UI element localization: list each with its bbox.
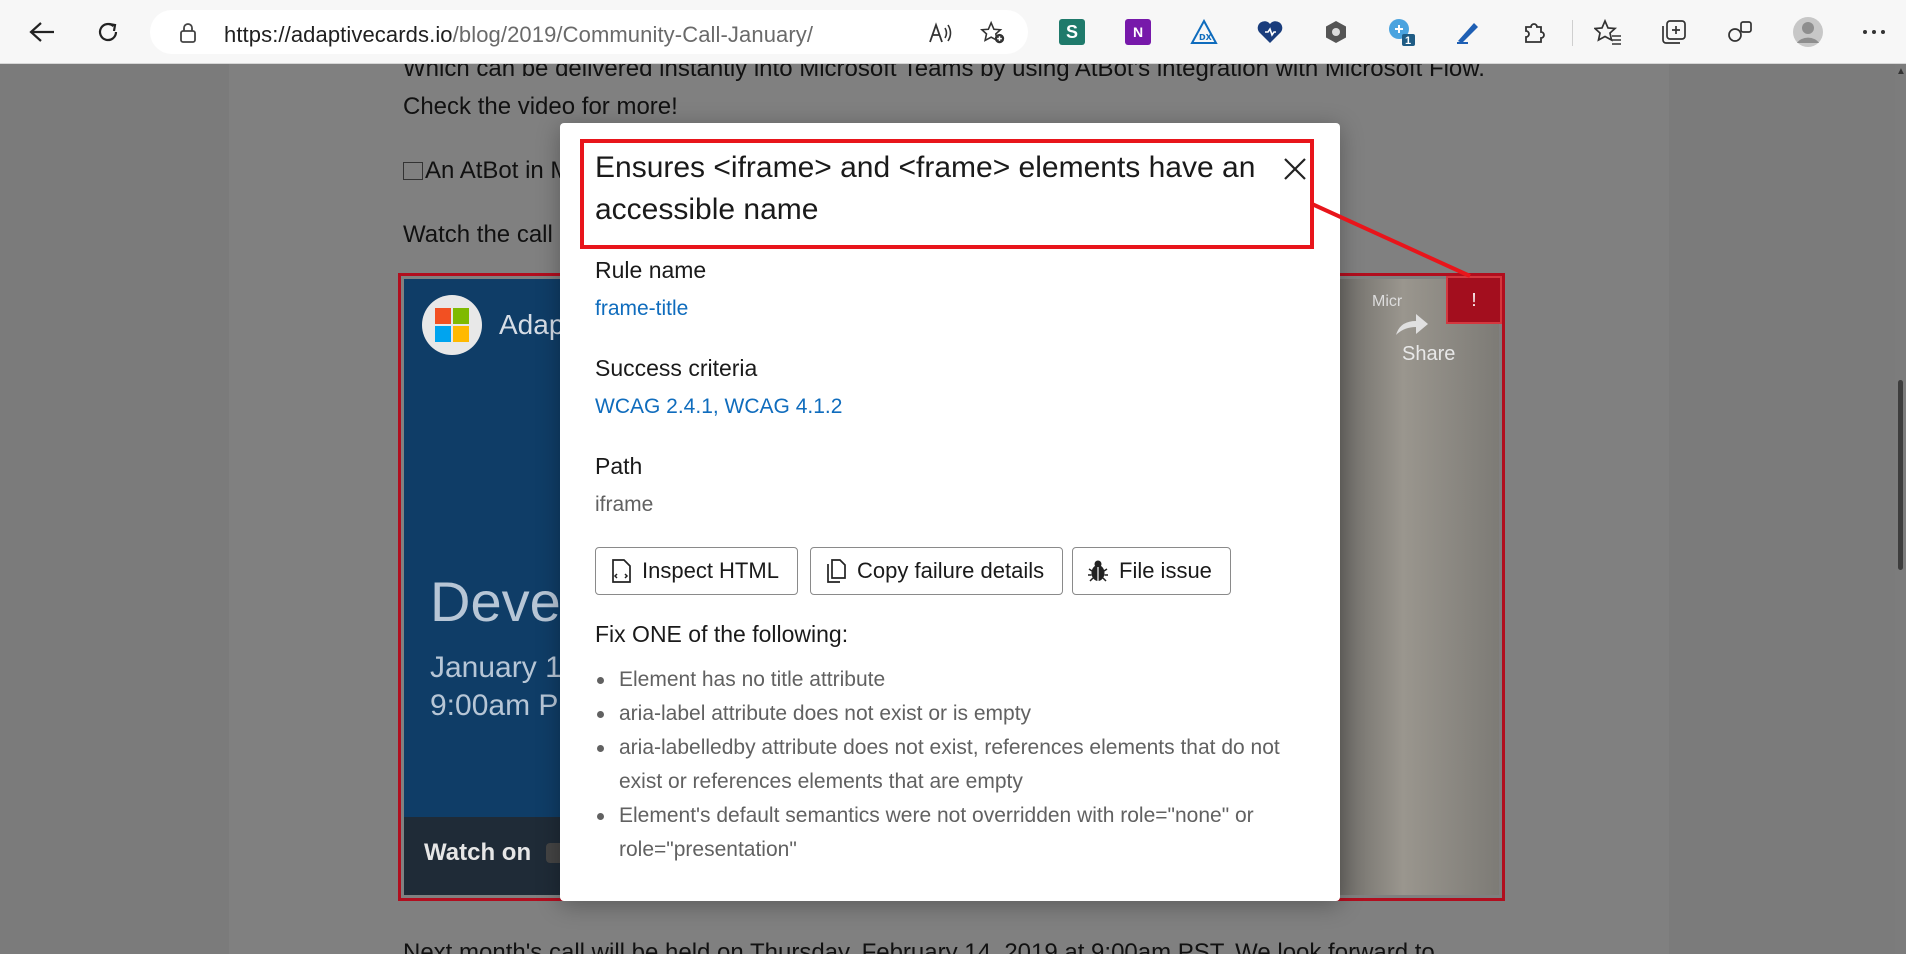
fix-item: Element has no title attribute bbox=[595, 663, 1295, 697]
fix-item: Element's default semantics were not ove… bbox=[595, 799, 1295, 867]
success-criteria-link[interactable]: WCAG 2.4.1, WCAG 4.1.2 bbox=[595, 395, 842, 419]
more-menu-icon[interactable] bbox=[1858, 16, 1890, 48]
toolbar-divider bbox=[1572, 20, 1573, 46]
share-button[interactable]: Share bbox=[1396, 314, 1455, 366]
address-bar[interactable]: https://adaptivecards.io/blog/2019/Commu… bbox=[150, 10, 1028, 54]
fix-item: aria-labelledby attribute does not exist… bbox=[595, 731, 1295, 799]
fix-item: aria-label attribute does not exist or i… bbox=[595, 697, 1295, 731]
favorites-icon[interactable] bbox=[1592, 16, 1624, 48]
path-label: Path bbox=[595, 453, 643, 479]
path-value: iframe bbox=[595, 493, 654, 516]
watch-on-youtube-link[interactable]: Watch on bbox=[424, 839, 570, 867]
read-aloud-icon[interactable] bbox=[928, 20, 954, 46]
copy-failure-details-button[interactable]: Copy failure details bbox=[810, 547, 1064, 595]
file-issue-button[interactable]: File issue bbox=[1072, 547, 1231, 595]
microsoft-logo-icon bbox=[422, 295, 482, 355]
extension-badge: 1 bbox=[1405, 35, 1412, 47]
extension-triangle-icon[interactable]: DX bbox=[1188, 16, 1220, 48]
video-title[interactable]: Adap bbox=[499, 309, 564, 341]
video-slide-heading: Devel bbox=[430, 570, 574, 633]
profile-avatar[interactable] bbox=[1792, 16, 1824, 48]
fix-list: Element has no title attribute aria-labe… bbox=[595, 663, 1295, 867]
video-photo-area bbox=[1339, 279, 1499, 895]
onenote-icon[interactable]: N bbox=[1122, 16, 1154, 48]
copy-icon bbox=[827, 559, 846, 583]
browser-essentials-icon[interactable] bbox=[1724, 16, 1756, 48]
browser-toolbar: https://adaptivecards.io/blog/2019/Commu… bbox=[0, 0, 1906, 64]
video-slide-date: January 1 9:00am P bbox=[430, 651, 562, 722]
pen-extension-icon[interactable] bbox=[1452, 16, 1484, 48]
video-corner-brand: Micr bbox=[1372, 293, 1403, 310]
article-paragraph-line-2: Check the video for more! bbox=[403, 93, 678, 120]
bug-icon bbox=[1088, 560, 1108, 582]
rule-name-link[interactable]: frame-title bbox=[595, 297, 688, 321]
back-arrow-icon[interactable] bbox=[24, 14, 60, 50]
inspect-file-icon bbox=[612, 559, 631, 583]
heart-extension-icon[interactable] bbox=[1254, 16, 1286, 48]
lock-icon[interactable] bbox=[178, 22, 198, 49]
favorite-add-icon[interactable] bbox=[980, 20, 1006, 46]
success-criteria-label: Success criteria bbox=[595, 355, 758, 381]
url-text[interactable]: https://adaptivecards.io/blog/2019/Commu… bbox=[224, 22, 813, 48]
accessibility-insights-icon[interactable]: 1 bbox=[1386, 16, 1418, 48]
article-paragraph-line-1: Which can be delivered instantly into Mi… bbox=[403, 64, 1485, 82]
scroll-up-arrow-icon[interactable]: ▲ bbox=[1896, 66, 1906, 77]
refresh-icon[interactable] bbox=[90, 14, 126, 50]
failure-badge[interactable]: ! bbox=[1446, 276, 1502, 324]
next-call-text: Next month's call will be held on Thursd… bbox=[403, 939, 1435, 954]
rule-name-label: Rule name bbox=[595, 257, 707, 283]
collections-icon[interactable] bbox=[1658, 16, 1690, 48]
fix-instructions-heading: Fix ONE of the following: bbox=[595, 621, 849, 647]
svg-text:DX: DX bbox=[1199, 33, 1213, 42]
hexagon-extension-icon[interactable] bbox=[1320, 16, 1352, 48]
title-highlight-box bbox=[580, 139, 1314, 249]
scrollbar-thumb[interactable] bbox=[1898, 380, 1903, 570]
extension-s-icon[interactable]: S bbox=[1056, 16, 1088, 48]
broken-image-icon bbox=[403, 162, 423, 180]
extensions-puzzle-icon[interactable] bbox=[1518, 16, 1550, 48]
inspect-html-button[interactable]: Inspect HTML bbox=[595, 547, 798, 595]
